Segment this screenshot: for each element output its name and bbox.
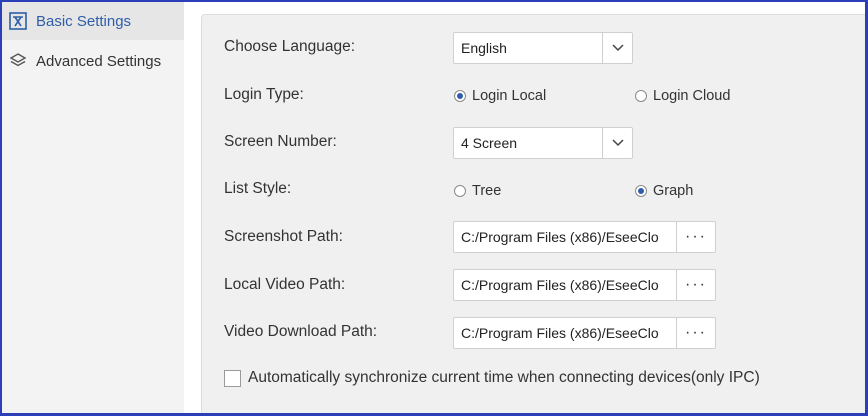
- screenshot-path-input[interactable]: C:/Program Files (x86)/EseeClo: [454, 229, 676, 245]
- local-video-path-input[interactable]: C:/Program Files (x86)/EseeClo: [454, 277, 676, 293]
- checkbox-label: Automatically synchronize current time w…: [248, 369, 760, 386]
- radio-indicator: [635, 90, 647, 102]
- sidebar-item-label: Basic Settings: [36, 12, 132, 30]
- divider: [184, 2, 202, 414]
- radio-indicator: [454, 90, 466, 102]
- language-value: English: [461, 40, 507, 56]
- radio-login-cloud[interactable]: Login Cloud: [635, 88, 730, 104]
- local-video-path-field[interactable]: C:/Program Files (x86)/EseeClo ···: [453, 269, 716, 301]
- local-video-path-label: Local Video Path:: [224, 276, 346, 293]
- screen-number-value: 4 Screen: [461, 135, 518, 151]
- chevron-down-icon[interactable]: [602, 33, 632, 63]
- auto-sync-checkbox[interactable]: Automatically synchronize current time w…: [224, 369, 760, 387]
- video-download-path-label: Video Download Path:: [224, 323, 378, 340]
- sidebar-item-basic-settings[interactable]: Basic Settings: [2, 2, 184, 40]
- language-select[interactable]: English: [453, 32, 633, 64]
- list-style-label: List Style:: [224, 180, 292, 197]
- radio-graph[interactable]: Graph: [635, 183, 693, 199]
- radio-tree[interactable]: Tree: [454, 183, 501, 199]
- screen-number-label: Screen Number:: [224, 133, 337, 150]
- sidebar-item-advanced-settings[interactable]: Advanced Settings: [2, 42, 184, 80]
- radio-label: Graph: [653, 183, 694, 199]
- screenshot-path-field[interactable]: C:/Program Files (x86)/EseeClo ···: [453, 221, 716, 253]
- chevron-down-icon[interactable]: [602, 128, 632, 158]
- layers-icon: [8, 51, 28, 71]
- radio-label: Tree: [472, 183, 502, 199]
- radio-login-local[interactable]: Login Local: [454, 88, 546, 104]
- browse-button[interactable]: ···: [676, 270, 715, 300]
- checkbox-box[interactable]: [224, 369, 241, 387]
- basic-settings-icon: [8, 11, 28, 31]
- video-download-path-field[interactable]: C:/Program Files (x86)/EseeClo ···: [453, 317, 716, 349]
- radio-label: Login Cloud: [653, 88, 731, 104]
- radio-indicator: [454, 185, 466, 197]
- sidebar-item-label: Advanced Settings: [36, 52, 162, 70]
- radio-label: Login Local: [472, 88, 547, 104]
- video-download-path-input[interactable]: C:/Program Files (x86)/EseeClo: [454, 325, 676, 341]
- browse-button[interactable]: ···: [676, 222, 715, 252]
- language-label: Choose Language:: [224, 38, 356, 55]
- sidebar: Basic Settings Advanced Settings: [2, 2, 184, 414]
- settings-panel: [201, 14, 866, 414]
- login-type-label: Login Type:: [224, 86, 304, 103]
- screen-number-select[interactable]: 4 Screen: [453, 127, 633, 159]
- screenshot-path-label: Screenshot Path:: [224, 228, 343, 245]
- browse-button[interactable]: ···: [676, 318, 715, 348]
- radio-indicator: [635, 185, 647, 197]
